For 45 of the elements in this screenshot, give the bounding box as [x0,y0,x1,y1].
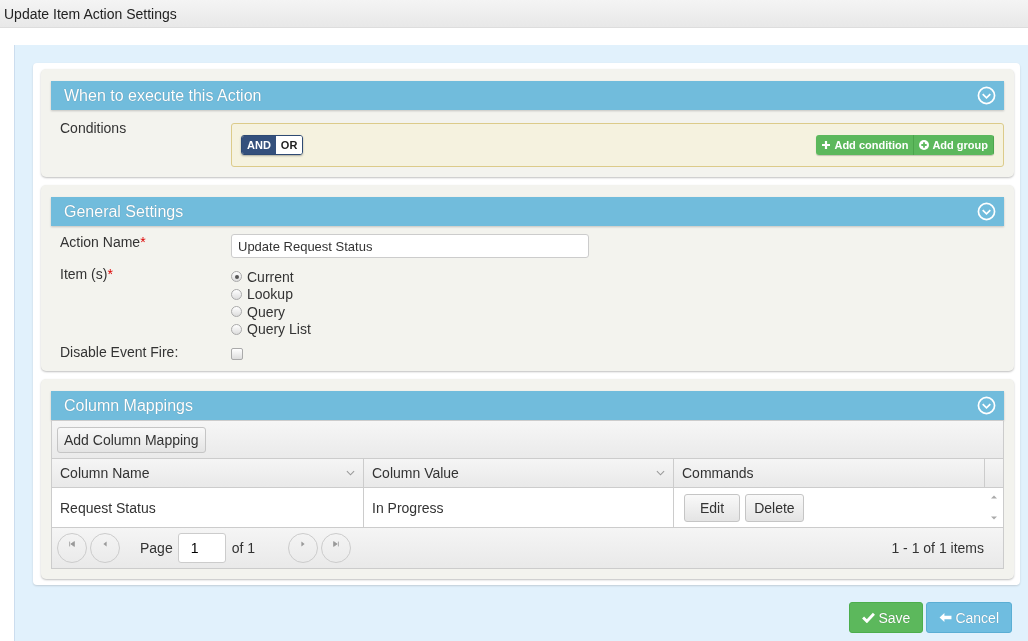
column-header[interactable]: Commands [674,459,985,487]
logic-toggle[interactable]: OR [275,136,303,154]
delete-button[interactable]: Delete [745,493,804,522]
add-column-mapping-button[interactable]: Add Column Mapping [57,426,206,453]
logic-toggle[interactable]: AND [242,136,276,154]
skip-forward-icon [332,540,341,548]
action-name-field[interactable]: Update Request Status [231,234,589,258]
collapse-icon[interactable] [977,86,996,105]
field-label: Item (s)* [60,266,114,284]
collapse-icon[interactable] [977,396,996,415]
field-label: Disable Event Fire: [60,344,180,360]
plus-icon [821,140,832,150]
radio-button[interactable] [231,271,242,283]
caret-icon[interactable] [346,470,355,476]
checkbox[interactable] [231,348,243,360]
collapse-icon[interactable] [977,202,996,221]
panel-title: When to execute this Action [64,86,262,105]
arrow-left-icon [939,612,953,623]
table-cell: Request Status [52,488,364,527]
column-header[interactable]: Column Value [364,459,674,487]
radio-button[interactable] [231,288,242,300]
radio-label: Current [247,268,294,285]
window-title: Update Item Action Settings [4,5,177,22]
table-cell: In Progress [364,488,674,527]
scroll-up-icon[interactable] [988,494,999,499]
page-count: of 1 [231,540,256,556]
caret-icon[interactable] [656,470,665,476]
items-summary: 1 - 1 of 1 items [891,540,984,556]
triangle-left-icon [101,540,109,548]
radio-button[interactable] [231,323,242,335]
edit-button[interactable]: Edit [684,493,741,522]
column-header[interactable]: Column Name [52,459,364,487]
field-label: Action Name* [60,234,147,250]
page-number-field[interactable]: 1 [177,533,226,563]
field-label: Conditions [60,120,128,138]
plus-circle-icon [919,140,930,150]
panel-title: Column Mappings [64,396,193,415]
checkmark-icon [862,612,876,623]
radio-label: Lookup [247,286,293,303]
panel-title: General Settings [64,202,184,221]
radio-button[interactable] [231,306,242,318]
radio-label: Query List [247,321,311,338]
skip-back-icon [68,540,76,548]
page-label: Page [140,540,173,556]
radio-label: Query [247,303,286,320]
